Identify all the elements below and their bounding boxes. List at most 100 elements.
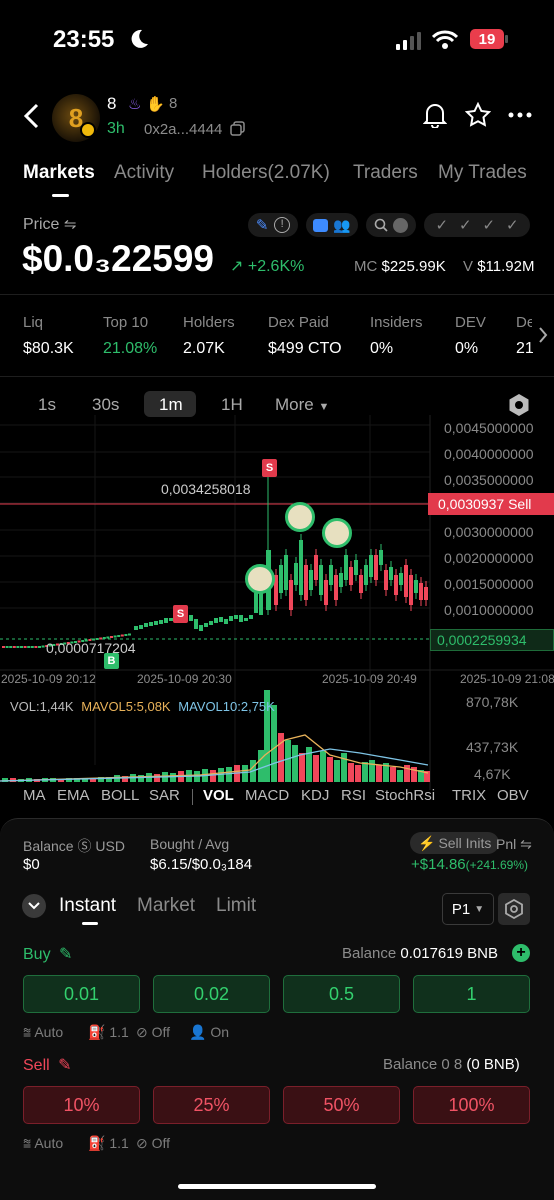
sell-label-text: Sell bbox=[23, 1057, 50, 1074]
home-indicator bbox=[178, 1184, 376, 1189]
tf-30s[interactable]: 30s bbox=[92, 395, 119, 415]
swap-icon[interactable]: ⇋ bbox=[520, 836, 532, 852]
star-icon[interactable] bbox=[465, 102, 491, 128]
market-cap: MC $225.99K bbox=[354, 258, 446, 275]
edit-icon[interactable]: ✎ bbox=[58, 1057, 71, 1074]
sell-opt-mev[interactable]: ⊘ Off bbox=[136, 1135, 170, 1152]
vol-y-tick: 4,67K bbox=[474, 766, 511, 782]
ind-trix[interactable]: TRIX bbox=[452, 787, 486, 804]
tf-1m[interactable]: 1m bbox=[159, 395, 183, 415]
preset-select[interactable]: P1 ▼ bbox=[442, 893, 494, 925]
trade-settings-icon[interactable] bbox=[498, 893, 530, 925]
buy-marker: B bbox=[104, 653, 119, 669]
volume-bar bbox=[170, 773, 176, 782]
ind-sar[interactable]: SAR bbox=[149, 787, 180, 804]
sell-pct-button[interactable]: 100% bbox=[413, 1086, 530, 1124]
tf-1s[interactable]: 1s bbox=[38, 395, 56, 415]
ind-stochrsi[interactable]: StochRsi bbox=[375, 787, 435, 804]
collapse-button[interactable] bbox=[22, 894, 46, 918]
tab-market[interactable]: Market bbox=[137, 895, 195, 917]
buy-opt-user[interactable]: 👤 On bbox=[189, 1024, 229, 1041]
tf-more[interactable]: More ▼ bbox=[275, 395, 329, 415]
tab-instant[interactable]: Instant bbox=[59, 895, 116, 917]
bell-icon[interactable] bbox=[423, 102, 447, 128]
candle bbox=[344, 555, 348, 580]
buy-opt-auto[interactable]: ⩰ Auto bbox=[23, 1024, 63, 1041]
stat-top10-value: 21.08% bbox=[103, 340, 158, 357]
battery-level: 19 bbox=[478, 30, 496, 48]
social-pill[interactable]: ✎ ! bbox=[248, 213, 298, 237]
tab-markets[interactable]: Markets bbox=[23, 162, 95, 184]
ind-ema[interactable]: EMA bbox=[57, 787, 90, 804]
stats-chevron-right-icon[interactable] bbox=[532, 318, 554, 352]
candle bbox=[27, 646, 31, 648]
pnl-amount: +$14.86 bbox=[411, 856, 466, 873]
buy-amount-button[interactable]: 0.02 bbox=[153, 975, 270, 1013]
volume-bar bbox=[341, 753, 347, 782]
checks-pill[interactable]: ✓ ✓ ✓ ✓ bbox=[424, 213, 530, 237]
candle bbox=[117, 635, 121, 637]
cube-icon bbox=[393, 217, 409, 233]
buy-amount-button[interactable]: 1 bbox=[413, 975, 530, 1013]
volume-bar bbox=[320, 751, 326, 782]
candle bbox=[12, 646, 16, 648]
buy-amount-button[interactable]: 0.5 bbox=[283, 975, 400, 1013]
search-pill[interactable] bbox=[366, 213, 416, 237]
candle bbox=[419, 583, 423, 600]
sell-opt-gas[interactable]: ⛽ 1.1 bbox=[88, 1135, 129, 1152]
ind-ma[interactable]: MA bbox=[23, 787, 46, 804]
signal-icon bbox=[396, 32, 422, 50]
bought-value: $6.15/$0.0₃184 bbox=[150, 856, 253, 873]
sell-opt-auto[interactable]: ⩰ Auto bbox=[23, 1135, 63, 1152]
tab-traders[interactable]: Traders bbox=[353, 162, 418, 184]
add-icon[interactable]: + bbox=[512, 944, 530, 962]
more-icon[interactable] bbox=[508, 112, 532, 118]
search-icon bbox=[374, 218, 388, 232]
buy-opt-mev[interactable]: ⊘ Off bbox=[136, 1024, 170, 1041]
buy-amount-button[interactable]: 0.01 bbox=[23, 975, 140, 1013]
copy-icon[interactable] bbox=[230, 121, 245, 136]
trader-avatar bbox=[245, 564, 275, 594]
tab-my-trades[interactable]: My Trades bbox=[438, 162, 527, 184]
mavol10-value: MAVOL10:2,75K bbox=[178, 699, 275, 714]
v-label: V bbox=[463, 258, 474, 275]
ind-vol[interactable]: VOL bbox=[203, 787, 234, 804]
sell-pct-button[interactable]: 50% bbox=[283, 1086, 400, 1124]
ind-obv[interactable]: OBV bbox=[497, 787, 529, 804]
users-icon: 👥 bbox=[333, 216, 351, 233]
chart-settings-icon[interactable] bbox=[508, 393, 530, 417]
tab-activity[interactable]: Activity bbox=[114, 162, 174, 184]
stat-dev-value: 0% bbox=[455, 340, 479, 357]
ind-rsi[interactable]: RSI bbox=[341, 787, 366, 804]
back-button[interactable] bbox=[22, 103, 42, 129]
dollar-circle-icon: Ⓢ bbox=[77, 838, 92, 854]
tf-1h[interactable]: 1H bbox=[221, 395, 243, 415]
candle bbox=[106, 636, 110, 639]
buy-opt-gas[interactable]: ⛽ 1.1 bbox=[88, 1024, 129, 1041]
candle bbox=[414, 580, 418, 593]
ind-boll[interactable]: BOLL bbox=[101, 787, 139, 804]
candle bbox=[16, 646, 20, 648]
candle bbox=[379, 550, 383, 565]
buy-opt-gas-label: 1.1 bbox=[109, 1024, 129, 1040]
ind-kdj[interactable]: KDJ bbox=[301, 787, 329, 804]
x-tick: 2025-10-09 21:08 bbox=[460, 672, 554, 686]
ind-macd[interactable]: MACD bbox=[245, 787, 289, 804]
tab-holders[interactable]: Holders(2.07K) bbox=[202, 162, 330, 184]
edit-icon[interactable]: ✎ bbox=[59, 946, 72, 963]
buy-opt-mev-label: Off bbox=[151, 1024, 171, 1040]
tab-limit[interactable]: Limit bbox=[216, 895, 256, 917]
sell-opt-gas-label: 1.1 bbox=[109, 1135, 129, 1151]
badge-pill[interactable]: 👥 bbox=[306, 213, 358, 237]
sell-balance-value: (0 BNB) bbox=[466, 1056, 520, 1073]
volume-bar bbox=[271, 705, 277, 782]
candle bbox=[314, 555, 318, 580]
swap-icon[interactable]: ⇋ bbox=[64, 216, 77, 233]
sell-inits-button[interactable]: ⚡ Sell Inits bbox=[410, 832, 500, 854]
candle bbox=[224, 619, 228, 624]
pnl-label-text: Pnl bbox=[496, 836, 517, 852]
sell-pct-button[interactable]: 25% bbox=[153, 1086, 270, 1124]
candle bbox=[319, 565, 323, 595]
slippage-icon: ⩰ bbox=[23, 1024, 32, 1040]
sell-pct-button[interactable]: 10% bbox=[23, 1086, 140, 1124]
